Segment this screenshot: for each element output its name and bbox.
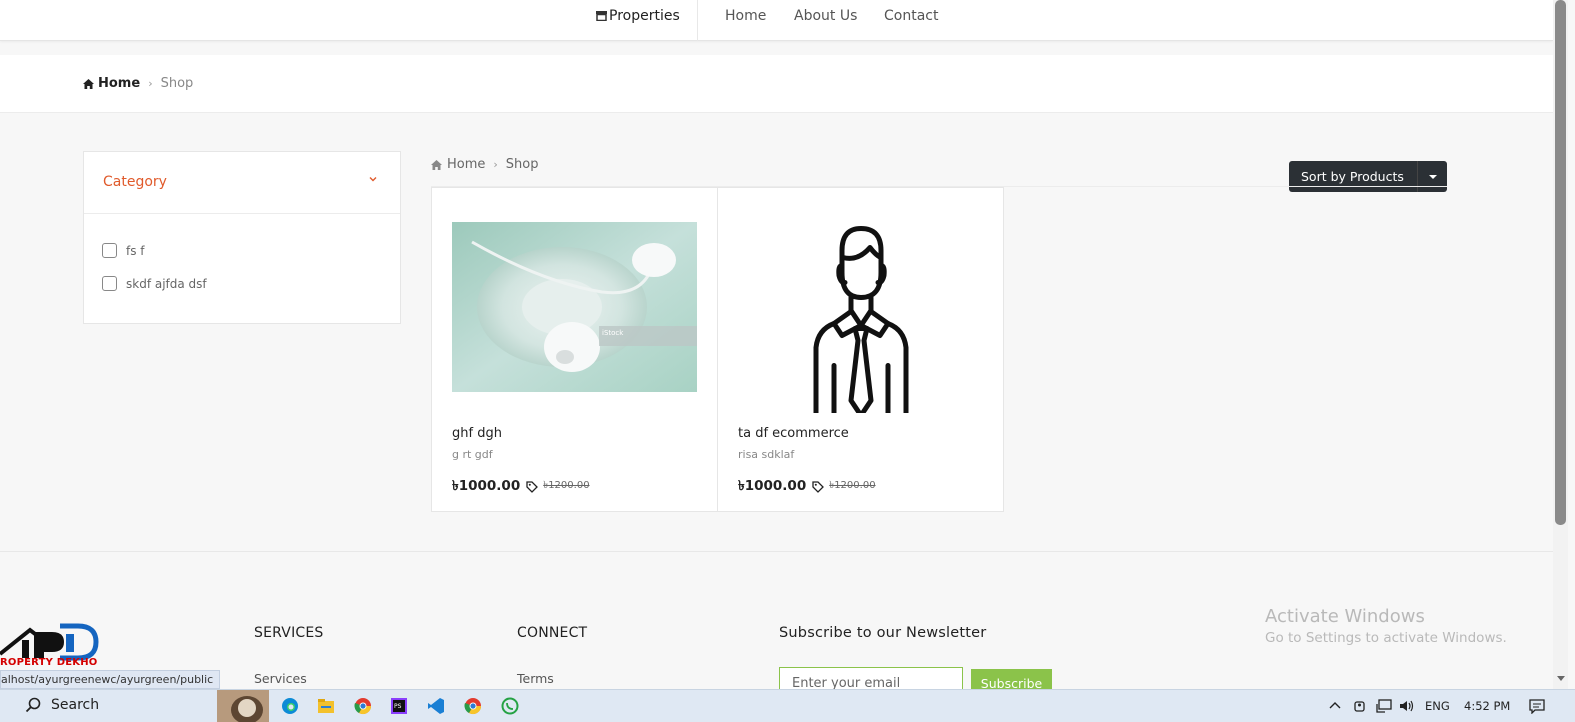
chevron-right-icon: ›	[493, 158, 498, 171]
product-subtitle: g rt gdf	[452, 448, 493, 461]
top-navbar: Properties Home About Us Contact	[0, 0, 1553, 41]
category-filter-panel: Category fs f skdf ajfda dsf	[83, 151, 401, 324]
current-price: ৳1000.00	[738, 478, 807, 494]
product-price: ৳1000.00 ৳1200.00	[738, 475, 876, 498]
footer-divider	[0, 551, 1553, 552]
brand-label: Properties	[609, 8, 680, 24]
original-price: ৳1200.00	[829, 480, 876, 491]
product-card[interactable]: iStock ghf dgh g rt gdf ৳1000.00 ৳1200.0…	[431, 187, 718, 512]
services-link[interactable]: Services	[254, 671, 307, 686]
scroll-down-arrow-icon[interactable]	[1557, 676, 1565, 681]
nav-about-link[interactable]: About Us	[794, 8, 857, 24]
caret-down-icon	[1428, 174, 1437, 179]
taskbar-search-label: Search	[51, 697, 100, 713]
chrome-active-icon[interactable]	[464, 697, 482, 715]
home-icon	[83, 78, 94, 89]
windows-taskbar: Search PS ENG 4:52 PM	[0, 689, 1575, 722]
sort-dropdown-button[interactable]: Sort by Products	[1289, 161, 1447, 192]
category-header[interactable]: Category	[84, 152, 400, 214]
breadcrumb-bar: Home › Shop	[0, 55, 1553, 113]
home-icon	[431, 159, 442, 170]
newsletter-heading: Subscribe to our Newsletter	[779, 625, 987, 641]
shop-breadcrumb: Home › Shop	[431, 157, 539, 172]
category-label: skdf ajfda dsf	[126, 276, 207, 291]
nav-home-link[interactable]: Home	[725, 8, 766, 24]
scrollbar-thumb[interactable]	[1555, 0, 1566, 525]
notifications-icon[interactable]	[1529, 698, 1545, 714]
shop-breadcrumb-home-link[interactable]: Home	[447, 157, 485, 172]
product-name[interactable]: ghf dgh	[452, 426, 502, 441]
chevron-up-icon[interactable]	[1328, 699, 1342, 713]
product-price: ৳1000.00 ৳1200.00	[452, 475, 590, 498]
product-card[interactable]: ta df ecommerce risa sdklaf ৳1000.00 ৳12…	[717, 187, 1004, 512]
svg-text:PS: PS	[394, 703, 402, 710]
price-tag-icon	[812, 480, 825, 493]
brand-link[interactable]: Properties	[596, 8, 680, 24]
category-checkbox[interactable]	[102, 243, 117, 258]
taskbar-search[interactable]: Search	[25, 697, 99, 713]
breadcrumb-home-link[interactable]: Home	[98, 76, 140, 91]
logo-text: ROPERTY DEKHO	[0, 657, 98, 668]
product-name[interactable]: ta df ecommerce	[738, 426, 849, 441]
current-price: ৳1000.00	[452, 478, 521, 494]
taskbar-clock[interactable]: 4:52 PM	[1464, 699, 1510, 713]
meet-now-icon[interactable]	[1353, 699, 1367, 713]
category-checkbox[interactable]	[102, 276, 117, 291]
price-tag-icon	[526, 480, 539, 493]
product-image-earphones[interactable]: iStock	[452, 222, 697, 392]
category-option[interactable]: fs f	[102, 243, 145, 258]
activate-windows-title: Activate Windows	[1265, 606, 1425, 627]
file-explorer-icon[interactable]	[317, 697, 335, 715]
shop-breadcrumb-current: Shop	[505, 157, 539, 172]
connect-heading: CONNECT	[517, 625, 588, 641]
product-subtitle: risa sdklaf	[738, 448, 795, 461]
nav-divider	[697, 0, 698, 41]
chevron-right-icon: ›	[148, 77, 153, 90]
breadcrumb: Home › Shop	[83, 76, 193, 91]
vscode-icon[interactable]	[427, 697, 445, 715]
phpstorm-icon[interactable]: PS	[390, 697, 408, 715]
whatsapp-icon[interactable]	[501, 697, 519, 715]
activate-windows-subtitle: Go to Settings to activate Windows.	[1265, 630, 1507, 646]
category-title: Category	[103, 174, 167, 190]
category-option[interactable]: skdf ajfda dsf	[102, 276, 207, 291]
search-icon	[25, 697, 41, 713]
network-icon[interactable]	[1376, 699, 1392, 713]
terms-link[interactable]: Terms	[517, 671, 554, 686]
sort-label: Sort by Products	[1301, 169, 1404, 184]
watermark-text: iStock	[602, 329, 624, 337]
status-bar-url: alhost/ayurgreenewc/ayurgreen/public	[0, 670, 221, 689]
breadcrumb-current: Shop	[160, 76, 194, 91]
edge-icon[interactable]	[281, 697, 299, 715]
services-heading: SERVICES	[254, 625, 324, 641]
product-image-businessman[interactable]	[738, 208, 983, 413]
store-icon	[596, 11, 607, 21]
category-label: fs f	[126, 243, 145, 258]
original-price: ৳1200.00	[543, 480, 590, 491]
chrome-icon[interactable]	[354, 697, 372, 715]
volume-icon[interactable]	[1399, 699, 1415, 713]
language-indicator[interactable]: ENG	[1425, 699, 1450, 713]
nav-contact-link[interactable]: Contact	[884, 8, 938, 24]
chevron-down-icon[interactable]	[368, 174, 378, 184]
search-highlight-image[interactable]	[217, 690, 269, 722]
sort-toggle[interactable]	[1417, 161, 1447, 192]
